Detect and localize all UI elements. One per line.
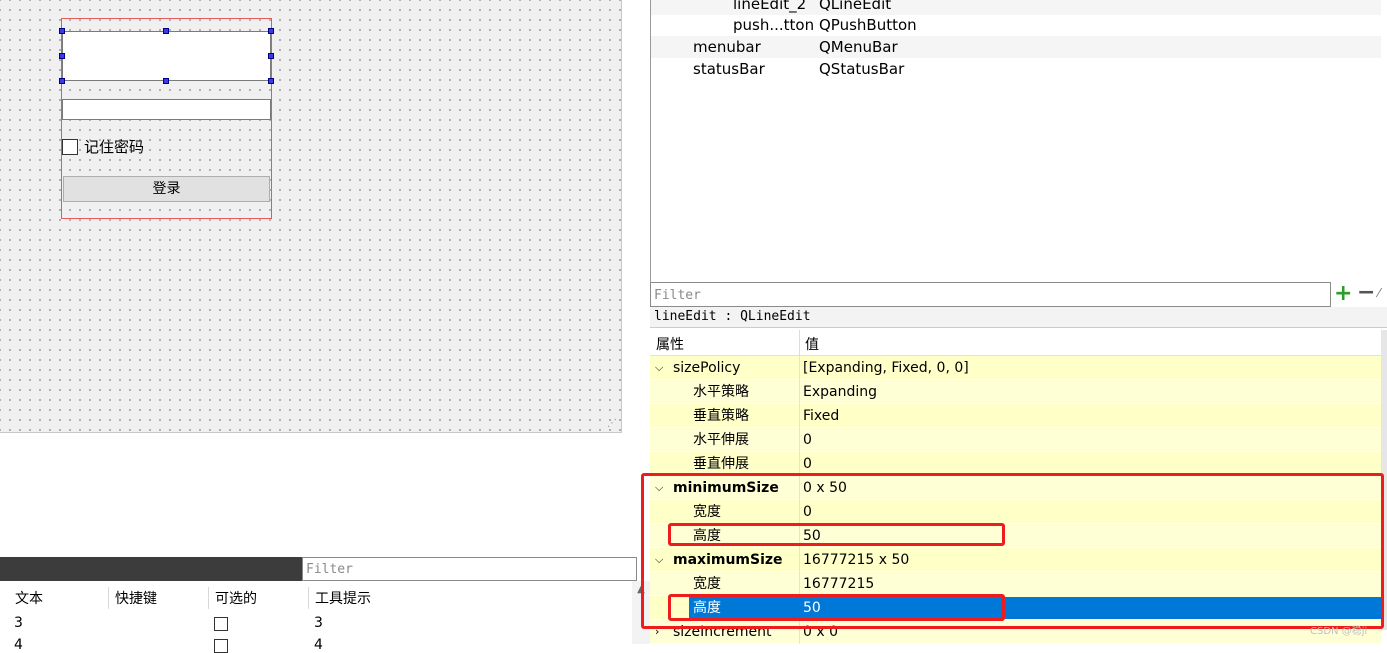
column-header-tooltip[interactable]: 工具提示: [315, 588, 371, 608]
resize-handle[interactable]: [59, 28, 65, 34]
resize-handle[interactable]: [268, 28, 274, 34]
object-class: QStatusBar: [819, 60, 905, 78]
property-value[interactable]: 0: [803, 428, 812, 452]
property-row[interactable]: [650, 428, 1381, 452]
column-divider: [208, 587, 209, 609]
property-value[interactable]: Expanding: [803, 380, 877, 404]
resize-handle[interactable]: [163, 78, 169, 84]
action-editor-toolbar: [0, 557, 302, 581]
property-row[interactable]: [650, 380, 1381, 404]
resize-handle[interactable]: [163, 28, 169, 34]
column-header-checkable[interactable]: 可选的: [215, 588, 257, 608]
property-name: 垂直策略: [693, 408, 749, 424]
property-value[interactable]: [Expanding, Fixed, 0, 0]: [803, 356, 969, 380]
annotation-box-min-height: [668, 523, 1005, 546]
object-name: statusBar: [693, 60, 765, 78]
object-class: QLineEdit: [819, 0, 892, 13]
action-filter-input[interactable]: Filter: [302, 557, 637, 581]
remember-password-label: 记住密码: [84, 138, 145, 156]
resize-handle[interactable]: [268, 78, 274, 84]
property-name: sizePolicy: [673, 360, 741, 376]
chevron-down-icon[interactable]: ⌵: [655, 356, 663, 380]
property-row[interactable]: [650, 404, 1381, 428]
column-divider: [799, 404, 800, 428]
column-divider: [799, 428, 800, 452]
action-row-tooltip[interactable]: 4: [314, 637, 323, 653]
property-name: 水平策略: [693, 384, 749, 400]
action-row-tooltip[interactable]: 3: [314, 615, 323, 631]
property-table-header: [650, 330, 1381, 356]
column-divider: [799, 380, 800, 404]
line-edit-password[interactable]: [62, 99, 271, 120]
resize-handle[interactable]: [268, 53, 274, 59]
property-name: 水平伸展: [693, 432, 749, 448]
minus-icon[interactable]: −: [1357, 282, 1375, 304]
size-grip-icon[interactable]: ⋰: [607, 418, 619, 430]
plus-icon[interactable]: +: [1334, 283, 1352, 305]
value-column-header[interactable]: 值: [805, 334, 819, 354]
column-divider: [308, 587, 309, 609]
watermark: CSDN @稳ji: [1310, 626, 1368, 637]
property-filter-input[interactable]: Filter: [650, 282, 1331, 307]
annotation-box-max-height: [668, 594, 1005, 621]
wrench-icon[interactable]: ⁄: [1378, 286, 1387, 304]
property-column-header[interactable]: 属性: [656, 334, 684, 354]
remember-password-checkbox[interactable]: [62, 139, 78, 155]
login-button[interactable]: 登录: [63, 176, 270, 202]
column-divider: [799, 356, 800, 380]
object-class: QPushButton: [819, 16, 917, 34]
property-row-sizepolicy[interactable]: [650, 356, 1381, 380]
action-row-text[interactable]: 3: [14, 615, 23, 631]
resize-handle[interactable]: [59, 53, 65, 59]
action-row-text[interactable]: 4: [14, 637, 23, 653]
column-divider: [108, 587, 109, 609]
property-object-label: lineEdit : QLineEdit: [650, 307, 1387, 328]
object-name: menubar: [693, 38, 761, 56]
resize-handle[interactable]: [59, 78, 65, 84]
column-header-text[interactable]: 文本: [15, 588, 43, 608]
column-header-shortcut[interactable]: 快捷键: [115, 588, 157, 608]
object-class: QMenuBar: [819, 38, 898, 56]
line-edit-username[interactable]: [62, 31, 271, 81]
property-value[interactable]: Fixed: [803, 404, 839, 428]
object-name: push...tton: [733, 16, 815, 34]
action-row-checkable[interactable]: [214, 617, 228, 631]
action-row-checkable[interactable]: [214, 639, 228, 653]
column-divider: [799, 330, 800, 356]
object-name: lineEdit_2: [733, 0, 807, 13]
